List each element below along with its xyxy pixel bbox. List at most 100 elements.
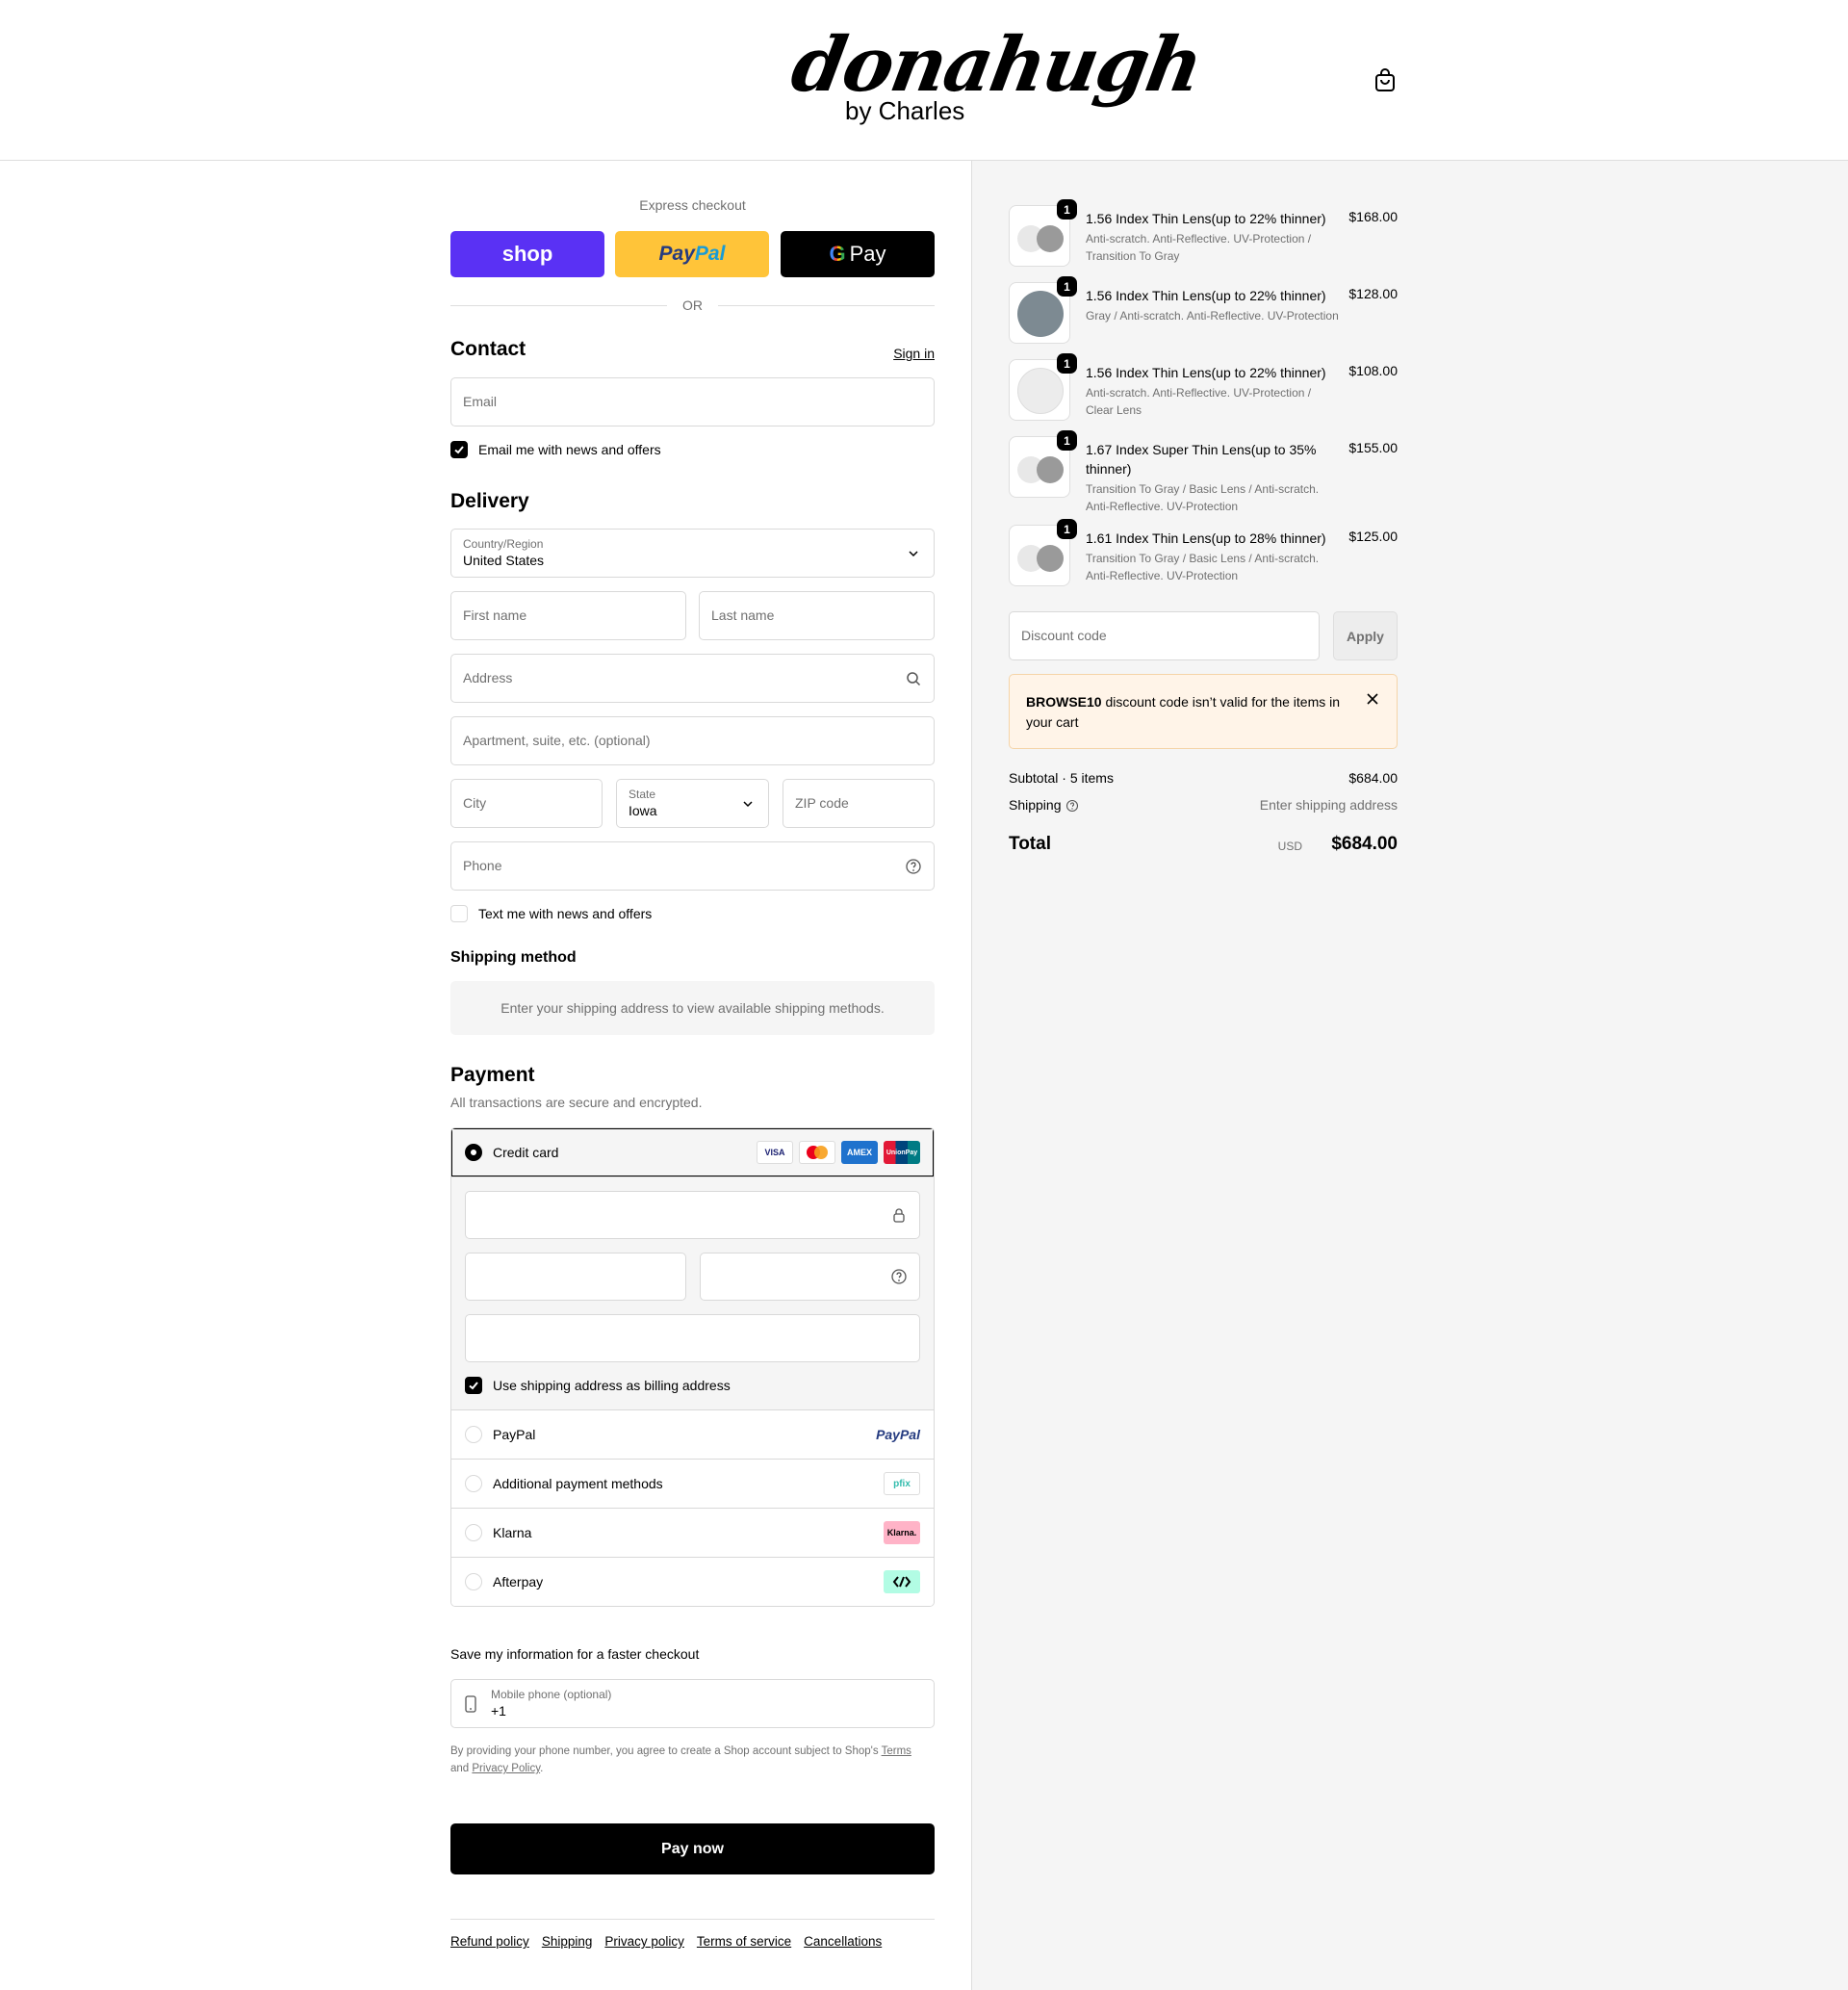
first-name-field[interactable]: First name [450, 591, 686, 640]
total-label: Total [1009, 834, 1051, 854]
text-news-checkbox-row[interactable]: Text me with news and offers [450, 904, 652, 923]
credit-card-radio[interactable] [465, 1144, 482, 1161]
paypal-radio[interactable] [465, 1426, 482, 1443]
chevron-down-icon [743, 801, 753, 808]
shop-pay-button[interactable]: shop [450, 231, 604, 277]
footer-link-shipping[interactable]: Shipping [542, 1934, 593, 1949]
payment-subtitle: All transactions are secure and encrypte… [450, 1095, 703, 1110]
name-on-card-field[interactable] [465, 1314, 920, 1362]
country-label: Country/Region [463, 537, 544, 551]
billing-same-checkbox[interactable] [465, 1377, 482, 1394]
discount-code-placeholder: Discount code [1021, 628, 1107, 643]
discount-code-field[interactable]: Discount code [1009, 611, 1320, 660]
quantity-badge: 1 [1057, 276, 1077, 297]
google-pay-label: Pay [849, 242, 886, 266]
billing-same-checkbox-row[interactable]: Use shipping address as billing address [465, 1376, 731, 1395]
additional-methods-radio[interactable] [465, 1475, 482, 1492]
email-news-label: Email me with news and offers [478, 442, 661, 457]
afterpay-radio[interactable] [465, 1573, 482, 1590]
mobile-phone-label: Mobile phone (optional) [491, 1688, 612, 1701]
item-name: 1.67 Index Super Thin Lens(up to 35% thi… [1086, 442, 1317, 477]
item-price: $128.00 [1348, 286, 1398, 301]
paypal-word-a: Pay [658, 243, 695, 265]
mastercard-logo-icon [799, 1141, 835, 1164]
state-select[interactable]: State Iowa [616, 779, 769, 828]
item-name: 1.56 Index Thin Lens(up to 22% thinner) [1086, 288, 1326, 303]
payment-option-paypal[interactable]: PayPal PayPal [451, 1409, 934, 1459]
brand-logo[interactable]: donahugh by Charles [785, 17, 1208, 138]
footer-link-refund-policy[interactable]: Refund policy [450, 1934, 529, 1949]
klarna-radio[interactable] [465, 1524, 482, 1541]
email-news-checkbox[interactable] [450, 441, 468, 458]
afterpay-logo-icon [884, 1570, 920, 1593]
mobile-phone-field[interactable]: Mobile phone (optional) +1 [450, 1679, 935, 1728]
quantity-badge: 1 [1057, 199, 1077, 220]
brand-logo-sub: by Charles [845, 96, 965, 125]
terms-link[interactable]: Terms [882, 1745, 911, 1757]
expiration-date-field[interactable] [465, 1253, 686, 1301]
payment-option-afterpay[interactable]: Afterpay [451, 1557, 934, 1606]
payment-option-klarna[interactable]: Klarna Klarna. [451, 1508, 934, 1557]
zip-field[interactable]: ZIP code [783, 779, 935, 828]
phone-placeholder: Phone [463, 858, 502, 873]
apartment-field[interactable]: Apartment, suite, etc. (optional) [450, 716, 935, 765]
shop-terms-note: By providing your phone number, you agre… [450, 1743, 935, 1777]
subtotal-value: $684.00 [1348, 770, 1398, 786]
address-placeholder: Address [463, 670, 513, 685]
first-name-placeholder: First name [463, 607, 527, 623]
help-circle-icon[interactable] [1065, 799, 1079, 813]
country-value: United States [463, 553, 545, 568]
search-icon [907, 672, 921, 686]
footer-link-privacy-policy[interactable]: Privacy policy [604, 1934, 684, 1949]
shipping-value: Enter shipping address [1259, 797, 1398, 813]
shop-terms-note-b: and [450, 1763, 473, 1774]
security-code-field[interactable] [700, 1253, 920, 1301]
paypal-express-button[interactable]: Pay Pal [615, 231, 769, 277]
footer-link-cancellations[interactable]: Cancellations [804, 1934, 882, 1949]
header: donahugh by Charles [0, 0, 1848, 161]
card-number-field[interactable] [465, 1191, 920, 1239]
delivery-heading: Delivery [450, 490, 529, 512]
text-news-checkbox[interactable] [450, 905, 468, 922]
phone-field[interactable]: Phone [450, 841, 935, 891]
apply-discount-button[interactable]: Apply [1333, 611, 1398, 660]
close-icon[interactable] [1366, 692, 1379, 706]
address-field[interactable]: Address [450, 654, 935, 703]
privacy-policy-link[interactable]: Privacy Policy [472, 1763, 540, 1774]
klarna-logo-icon: Klarna. [884, 1521, 920, 1544]
cart-bag-icon[interactable] [1373, 67, 1397, 92]
email-news-checkbox-row[interactable]: Email me with news and offers [450, 440, 661, 459]
total-currency: USD [1277, 840, 1302, 853]
amex-logo-icon: AMEX [841, 1141, 878, 1164]
shipping-label: Shipping [1009, 797, 1062, 813]
country-select[interactable]: Country/Region United States [450, 529, 935, 578]
footer-link-terms-of-service[interactable]: Terms of service [697, 1934, 791, 1949]
shop-terms-note-a: By providing your phone number, you agre… [450, 1745, 882, 1757]
klarna-logo-text: Klarna. [884, 1521, 920, 1544]
item-description: Gray / Anti-scratch. Anti-Reflective. UV… [1086, 309, 1339, 323]
city-placeholder: City [463, 795, 487, 811]
quantity-badge: 1 [1057, 353, 1077, 374]
help-circle-icon[interactable] [890, 1268, 908, 1285]
last-name-field[interactable]: Last name [699, 591, 935, 640]
email-placeholder: Email [463, 394, 498, 409]
city-field[interactable]: City [450, 779, 603, 828]
pay-now-button[interactable]: Pay now [450, 1823, 935, 1874]
payment-option-credit-card[interactable]: Credit card VISA AMEX UnionPay [451, 1128, 934, 1176]
sign-in-link[interactable]: Sign in [893, 346, 935, 361]
state-value: Iowa [629, 803, 657, 818]
billing-same-label: Use shipping address as billing address [493, 1378, 731, 1393]
paypal-option-label: PayPal [493, 1427, 536, 1442]
klarna-option-label: Klarna [493, 1525, 532, 1540]
mobile-phone-icon [465, 1695, 476, 1713]
discount-code-value: BROWSE10 [1026, 694, 1102, 710]
shipping-row: Shipping Enter shipping address [1009, 797, 1398, 813]
payment-option-additional[interactable]: Additional payment methods pfix [451, 1459, 934, 1508]
lock-icon [893, 1208, 905, 1223]
google-pay-button[interactable]: G Pay [781, 231, 935, 277]
item-description: Anti-scratch. Anti-Reflective. UV-Protec… [1086, 386, 1312, 417]
or-divider: OR [450, 296, 935, 315]
quantity-badge: 1 [1057, 430, 1077, 451]
email-field[interactable]: Email [450, 377, 935, 426]
help-circle-icon[interactable] [905, 858, 922, 875]
